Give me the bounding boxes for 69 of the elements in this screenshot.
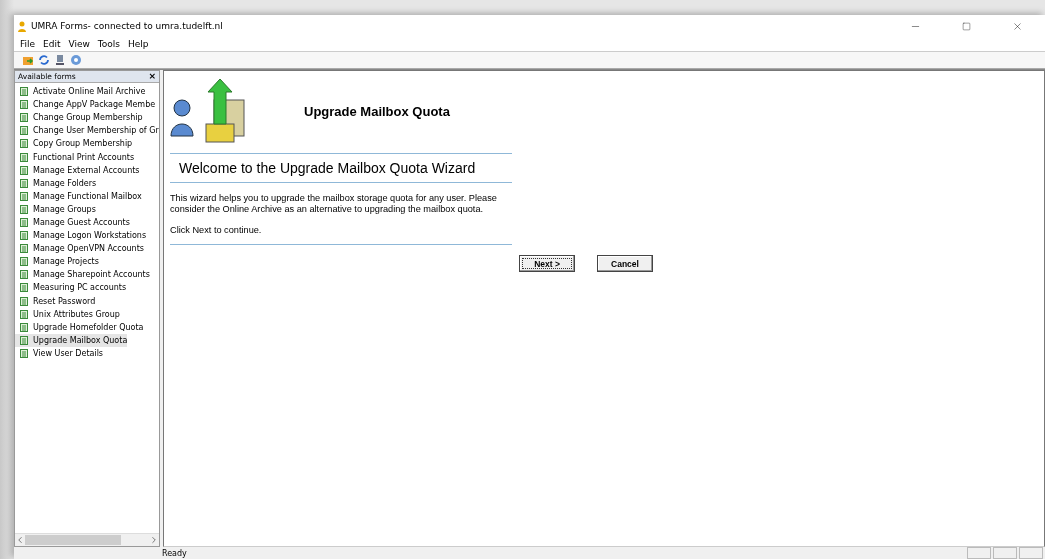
window-title: UMRA Forms- connected to umra.tudelft.nl bbox=[31, 21, 224, 31]
form-list-item[interactable]: Copy Group Membership bbox=[15, 137, 133, 151]
form-icon bbox=[20, 113, 28, 123]
form-list-item[interactable]: Unix Attributes Group bbox=[15, 307, 120, 321]
form-icon bbox=[20, 309, 28, 319]
form-icon bbox=[20, 87, 28, 97]
computer-icon[interactable] bbox=[54, 54, 66, 66]
form-list-item[interactable]: Upgrade Mailbox Quota bbox=[15, 333, 128, 347]
form-icon bbox=[20, 139, 28, 149]
form-list-item[interactable]: Manage External Accounts bbox=[15, 163, 140, 177]
form-list-item[interactable]: Change AppV Package Membe bbox=[15, 98, 156, 112]
close-icon bbox=[1011, 20, 1023, 32]
form-icon bbox=[20, 100, 28, 110]
form-icon bbox=[20, 322, 28, 332]
form-list-item[interactable]: Manage Groups bbox=[15, 202, 96, 216]
form-list-item[interactable]: Manage Folders bbox=[15, 176, 97, 190]
form-list-item[interactable]: Manage Sharepoint Accounts bbox=[15, 268, 150, 282]
form-icon bbox=[20, 165, 28, 175]
form-list-item[interactable]: Activate Online Mail Archive bbox=[15, 85, 146, 99]
maximize-icon bbox=[961, 21, 971, 31]
form-list-item[interactable]: Functional Print Accounts bbox=[15, 150, 135, 164]
form-list-item[interactable]: Manage Logon Workstations bbox=[15, 229, 147, 243]
form-icon bbox=[20, 335, 28, 345]
status-panel bbox=[967, 547, 991, 559]
scrollbar-thumb[interactable] bbox=[25, 535, 121, 545]
form-icon bbox=[20, 257, 28, 267]
form-icon bbox=[20, 270, 28, 280]
form-icon bbox=[20, 348, 28, 358]
form-icon bbox=[20, 296, 28, 306]
wizard-heading: Welcome to the Upgrade Mailbox Quota Wizard bbox=[178, 159, 477, 178]
form-icon bbox=[20, 191, 28, 201]
form-icon bbox=[20, 218, 28, 227]
status-panel bbox=[993, 547, 1017, 559]
status-panel bbox=[1019, 547, 1043, 559]
menu-item[interactable]: Tools bbox=[95, 39, 123, 49]
form-list-item[interactable]: Manage Projects bbox=[15, 255, 99, 269]
form-list-item[interactable]: Change Group Membership bbox=[15, 111, 143, 125]
status-text: Ready bbox=[162, 548, 188, 558]
wizard-text: This wizard helps you to upgrade the mailbox storage quota for any user. Please consider the Online Archive as an alternative to upgrading the mailbox quota. bbox=[170, 193, 498, 216]
form-list-item[interactable]: Manage OpenVPN Accounts bbox=[15, 242, 144, 256]
refresh-icon[interactable] bbox=[38, 54, 50, 66]
form-icon bbox=[20, 231, 28, 241]
help-icon[interactable] bbox=[70, 54, 82, 66]
menu-item[interactable]: File bbox=[18, 39, 38, 49]
menu-item[interactable]: Help bbox=[126, 39, 151, 49]
form-icon bbox=[20, 244, 28, 254]
menu-item[interactable]: Edit bbox=[41, 39, 63, 49]
scroll-right-icon[interactable] bbox=[149, 535, 159, 545]
form-list-item[interactable]: Change User Membership of Gr bbox=[15, 124, 159, 138]
form-list-item[interactable]: Measuring PC accounts bbox=[15, 281, 127, 295]
form-list-item[interactable]: Reset Password bbox=[15, 294, 96, 308]
form-icon bbox=[20, 126, 28, 136]
scroll-left-icon[interactable] bbox=[15, 535, 25, 545]
form-icon bbox=[20, 152, 28, 162]
form-list-item[interactable]: Manage Guest Accounts bbox=[15, 215, 130, 230]
menu-item[interactable]: View bbox=[66, 39, 92, 49]
form-icon bbox=[20, 283, 28, 293]
form-list-item[interactable]: Manage Functional Mailbox bbox=[15, 189, 142, 203]
next-button[interactable]: Next > bbox=[519, 255, 575, 273]
form-list-item[interactable]: Upgrade Homefolder Quota bbox=[15, 320, 144, 334]
form-icon bbox=[20, 204, 28, 214]
folder-icon[interactable] bbox=[22, 54, 34, 66]
form-icon bbox=[20, 178, 28, 188]
person-icon bbox=[18, 20, 26, 32]
cancel-button[interactable]: Cancel bbox=[597, 255, 653, 273]
wizard-text: Click Next to continue. bbox=[170, 225, 263, 237]
form-list-item[interactable]: View User Details bbox=[15, 346, 104, 360]
panel-close-button[interactable]: × bbox=[148, 72, 156, 81]
wizard-title: Upgrade Mailbox Quota bbox=[304, 103, 450, 119]
